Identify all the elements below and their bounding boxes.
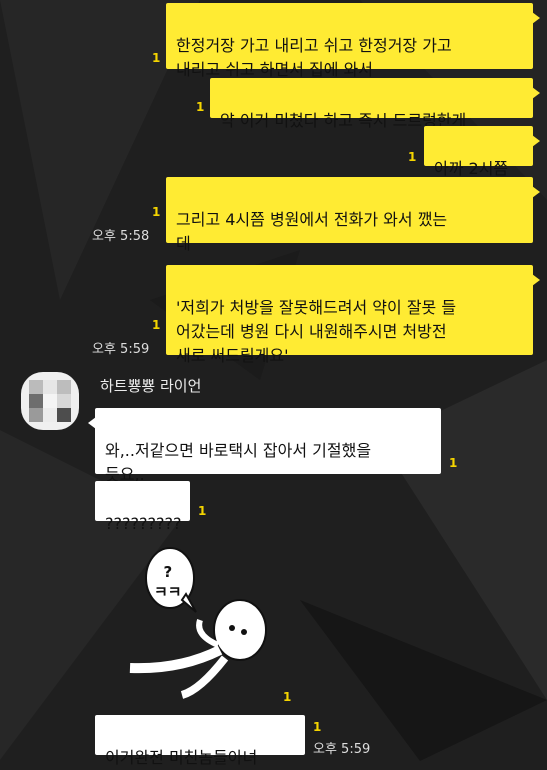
my-message-bubble[interactable]: '저희가 처방을 잘못해드려서 약이 잘못 들 어갔는데 병원 다시 내원해주시… bbox=[166, 265, 540, 365]
unread-count: 1 bbox=[152, 205, 161, 219]
message-text: ????????? bbox=[105, 514, 182, 533]
my-message-bubble[interactable]: 약 이거 미쳤다 하고 즉시 드르렁한게 bbox=[210, 78, 540, 130]
received-message-bubble[interactable]: ????????? bbox=[95, 481, 190, 533]
unread-count: 1 bbox=[408, 150, 417, 164]
message-time: 오후 5:58 bbox=[92, 229, 150, 244]
message-text: '저희가 처방을 잘못해드려서 약이 잘못 들 어갔는데 병원 다시 내원해주시… bbox=[176, 298, 457, 365]
received-message-bubble[interactable]: 와,..저같으면 바로택시 잡아서 기절했을 듯요,. bbox=[88, 408, 441, 484]
message-text: 그리고 4시쯤 병원에서 전화가 와서 깼는 데 bbox=[176, 210, 448, 253]
unread-count: 1 bbox=[152, 51, 161, 65]
message-text: 아까 2시쯤 bbox=[434, 159, 509, 178]
avatar[interactable] bbox=[21, 372, 79, 430]
message-text: 와,..저같으면 바로택시 잡아서 기절했을 듯요,. bbox=[105, 441, 372, 484]
pixelated-profile-icon bbox=[21, 372, 79, 430]
unread-count: 1 bbox=[196, 100, 205, 114]
message-text: 이거완전 미친놈들아녀 bbox=[105, 748, 258, 767]
unread-count: 1 bbox=[283, 690, 292, 704]
sticker-illustration bbox=[129, 547, 267, 699]
unread-count: 1 bbox=[152, 318, 161, 332]
message-text: 한정거장 가고 내리고 쉬고 한정거장 가고 내리고 쉬고 하면서 집에 와서 bbox=[176, 36, 452, 79]
ghost-kk-sticker[interactable]: ? ㅋㅋ bbox=[110, 540, 290, 700]
unread-count: 1 bbox=[198, 504, 207, 518]
my-message-bubble[interactable]: 한정거장 가고 내리고 쉬고 한정거장 가고 내리고 쉬고 하면서 집에 와서 bbox=[166, 3, 540, 79]
my-message-bubble[interactable]: 아까 2시쯤 bbox=[424, 126, 540, 178]
my-message-bubble[interactable]: 그리고 4시쯤 병원에서 전화가 와서 깼는 데 bbox=[166, 177, 540, 253]
unread-count: 1 bbox=[313, 720, 322, 734]
sticker-text: ? ㅋㅋ bbox=[154, 563, 182, 601]
message-time: 오후 5:59 bbox=[313, 742, 371, 757]
message-time: 오후 5:59 bbox=[92, 342, 150, 357]
received-message-bubble[interactable]: 이거완전 미친놈들아녀 bbox=[95, 715, 305, 767]
sender-name: 하트뿅뿅 라이언 bbox=[100, 377, 202, 395]
unread-count: 1 bbox=[449, 456, 458, 470]
